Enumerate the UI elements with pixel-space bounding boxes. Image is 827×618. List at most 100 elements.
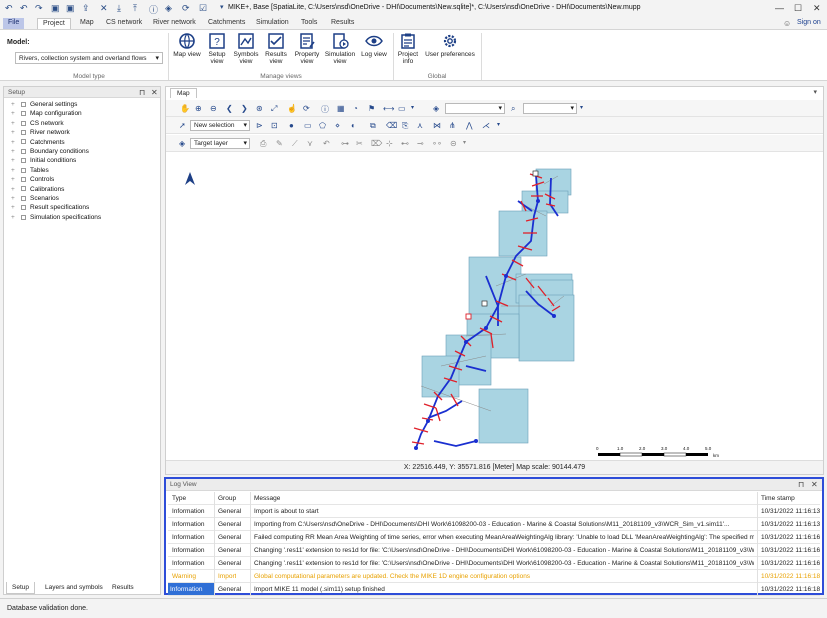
log-row[interactable]: Information General Importing from C:\User…: [168, 518, 820, 531]
pin-icon[interactable]: ⊓: [139, 88, 145, 97]
close-icon[interactable]: ✕: [100, 3, 108, 14]
expand-icon[interactable]: +: [11, 167, 21, 174]
expand-icon[interactable]: +: [11, 129, 21, 136]
close-icon[interactable]: ✕: [151, 88, 158, 97]
dropdown-icon[interactable]: ▾: [580, 104, 583, 111]
toggle-icon[interactable]: ⊝: [450, 139, 457, 148]
river-node[interactable]: [552, 314, 556, 318]
column-header-message[interactable]: Message: [254, 495, 280, 502]
select-point-icon[interactable]: ●: [289, 121, 294, 130]
river-node[interactable]: [474, 439, 478, 443]
column-header-type[interactable]: Type: [172, 495, 186, 502]
checkbox[interactable]: [21, 205, 26, 211]
river-node[interactable]: [426, 419, 430, 423]
line-icon[interactable]: ⟋: [292, 139, 298, 149]
checkbox[interactable]: [21, 129, 26, 135]
tab-file[interactable]: File: [3, 18, 25, 29]
results-view-button[interactable]: Results view: [262, 33, 290, 65]
undo-edit-icon[interactable]: ↶: [323, 139, 330, 148]
layer-select[interactable]: ▾: [445, 103, 505, 114]
sign-on-link[interactable]: Sign on: [797, 19, 821, 26]
download-icon[interactable]: ⤓: [117, 3, 121, 14]
select-arrow-icon[interactable]: ➚: [179, 121, 186, 130]
checkbox[interactable]: [21, 158, 26, 164]
river-node[interactable]: [504, 274, 508, 278]
dropdown-icon[interactable]: ▾: [411, 104, 414, 111]
smiley-icon[interactable]: ☺: [783, 19, 791, 28]
map-view-button[interactable]: Map view: [172, 33, 202, 58]
tree-item[interactable]: + Result specifications: [11, 204, 89, 211]
checkbox[interactable]: [21, 111, 26, 117]
tab-river-network[interactable]: River network: [148, 18, 201, 29]
redo-icon[interactable]: ↷: [35, 3, 43, 14]
share-icon[interactable]: ⋌: [482, 121, 490, 130]
catchment-polygon[interactable]: [468, 256, 522, 316]
tree-item[interactable]: + Initial conditions: [11, 157, 76, 164]
network-trace-icon[interactable]: ⋏: [417, 121, 423, 130]
flag-icon[interactable]: ⚑: [368, 104, 375, 113]
select-rectangle-icon[interactable]: ▭: [304, 121, 312, 130]
river-node[interactable]: [536, 199, 540, 203]
layers-icon[interactable]: ◈: [165, 3, 172, 14]
tree-icon[interactable]: ⋀: [466, 121, 473, 130]
tab-setup[interactable]: Setup: [6, 582, 35, 594]
checkbox[interactable]: [21, 195, 26, 201]
checkbox[interactable]: [21, 148, 26, 154]
search-field-select[interactable]: ▾: [523, 103, 577, 114]
river-node[interactable]: [464, 340, 468, 344]
edit-pencil-icon[interactable]: ✎: [276, 139, 283, 148]
tab-tools[interactable]: Tools: [296, 18, 322, 29]
map-tab[interactable]: Map: [170, 88, 197, 98]
log-row[interactable]: Information General Import MIKE 11 model (…: [168, 583, 820, 596]
vertex-icon[interactable]: ⋎: [307, 139, 313, 148]
zoom-in-icon[interactable]: ⊕: [195, 104, 202, 113]
full-extent-globe-icon[interactable]: ⊛: [256, 104, 263, 113]
tab-cs-network[interactable]: CS network: [101, 18, 147, 29]
project-info-button[interactable]: Project info: [396, 33, 420, 65]
expand-icon[interactable]: +: [11, 120, 21, 127]
expand-icon[interactable]: +: [11, 110, 21, 117]
checkbox[interactable]: [21, 139, 26, 145]
tree-item[interactable]: + General settings: [11, 101, 77, 108]
expand-icon[interactable]: +: [11, 195, 21, 202]
checkbox[interactable]: [21, 167, 26, 173]
cut-icon[interactable]: ✂: [356, 139, 363, 148]
expand-icon[interactable]: +: [11, 101, 21, 108]
expand-icon[interactable]: +: [11, 186, 21, 193]
catchment-polygon[interactable]: [421, 355, 460, 398]
search-icon[interactable]: ⌕: [511, 104, 515, 114]
target-layer-select[interactable]: Target layer ▾: [190, 138, 250, 149]
clear-selection-icon[interactable]: ⊡: [271, 121, 278, 130]
tree-item[interactable]: + Map configuration: [11, 110, 82, 117]
expand-icon[interactable]: +: [11, 176, 21, 183]
map-canvas[interactable]: 0 1.0 2.0 3.0 4.0 5.0 km: [166, 156, 823, 460]
erase-icon[interactable]: ⌦: [371, 139, 382, 148]
minimize-icon[interactable]: —: [775, 3, 784, 13]
tree-item[interactable]: + River network: [11, 129, 70, 136]
tab-simulation[interactable]: Simulation: [251, 18, 294, 29]
layers-icon[interactable]: ◈: [179, 139, 185, 148]
log-row[interactable]: Warning Import Global computational parame…: [168, 570, 820, 583]
node-icon[interactable]: ⊸: [417, 139, 424, 148]
refresh-icon[interactable]: ⟳: [182, 3, 190, 14]
property-view-button[interactable]: Property view: [292, 33, 322, 65]
log-row[interactable]: Information General Import is about to sta…: [168, 505, 820, 518]
multi-node-icon[interactable]: ∘∘: [432, 139, 442, 148]
table-icon[interactable]: ▦: [337, 104, 345, 113]
expand-icon[interactable]: +: [11, 157, 21, 164]
dropdown-icon[interactable]: ▾: [463, 139, 466, 146]
refresh-map-icon[interactable]: ⟳: [303, 104, 310, 113]
back-icon[interactable]: ❮: [226, 104, 233, 113]
copy-icon[interactable]: ⧉: [370, 121, 376, 131]
undo-icon[interactable]: ↶: [20, 3, 28, 14]
paste-icon[interactable]: ⎘: [402, 121, 408, 131]
catchment-polygon[interactable]: [478, 388, 529, 444]
measure-icon[interactable]: ⟷: [383, 104, 394, 113]
maximize-icon[interactable]: ☐: [794, 3, 802, 14]
tree-item[interactable]: + CS network: [11, 120, 64, 127]
column-header-time-stamp[interactable]: Time stamp: [761, 495, 795, 502]
hand-identify-icon[interactable]: ☝: [287, 104, 297, 113]
tree-item[interactable]: + Controls: [11, 176, 54, 183]
qa-dropdown-icon[interactable]: ▾: [220, 3, 224, 11]
model-type-select[interactable]: Rivers, collection system and overland f…: [15, 52, 163, 64]
